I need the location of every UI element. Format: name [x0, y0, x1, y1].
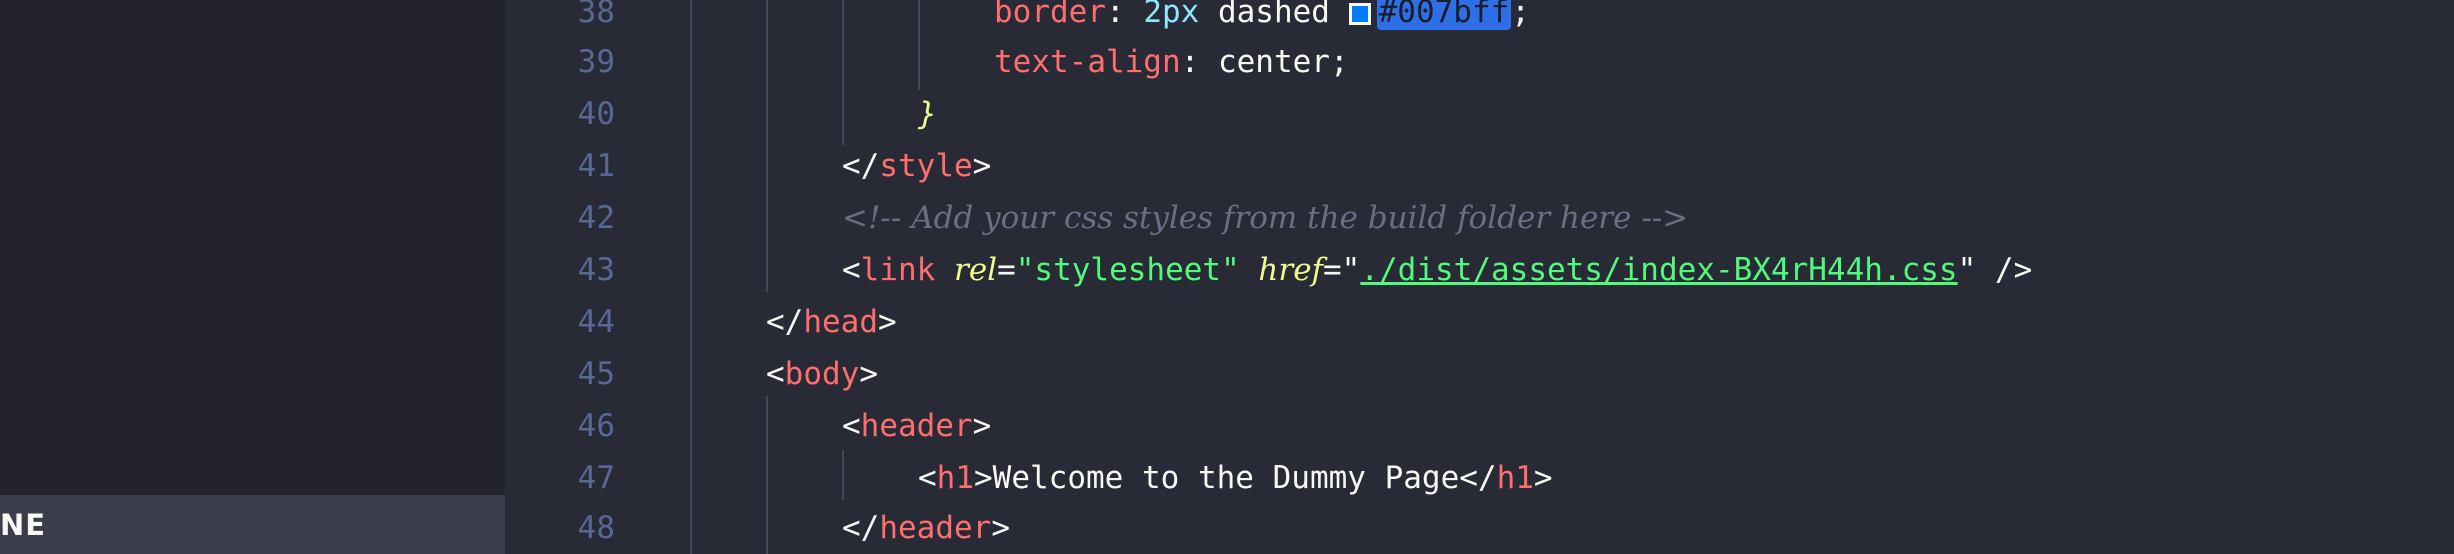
tag-close: >	[972, 148, 992, 184]
code-line-47[interactable]: <h1>Welcome to the Dummy Page</h1>	[918, 458, 1553, 498]
colon: :	[1180, 44, 1218, 80]
sidebar-section-label: NE	[0, 508, 47, 542]
tag-open: <	[842, 408, 861, 444]
css-property: border	[994, 0, 1106, 30]
attr-value: "stylesheet"	[1015, 252, 1240, 288]
href-link[interactable]: ./dist/assets/index-BX4rH44h.css	[1360, 252, 1957, 288]
code-line-43[interactable]: <link rel="stylesheet" href="./dist/asse…	[842, 250, 2032, 290]
line-number: 39	[577, 44, 615, 80]
equals: =	[997, 252, 1016, 288]
css-value: dashed	[1199, 0, 1349, 30]
code-line-46[interactable]: <header>	[842, 406, 991, 446]
semicolon: ;	[1511, 0, 1530, 30]
tag-close: >	[991, 510, 1010, 546]
tag-name: h1	[1496, 460, 1534, 496]
equals-quote: ="	[1323, 252, 1361, 288]
tag-name: h1	[936, 460, 974, 496]
text-content: >Welcome to the Dummy Page</	[974, 460, 1497, 496]
code-line-48[interactable]: </header>	[842, 508, 1010, 548]
attr-name: rel	[954, 252, 998, 288]
tag-name: header	[860, 408, 973, 444]
code-line-42[interactable]: <!-- Add your css styles from the build …	[842, 198, 1688, 238]
closing-brace: }	[918, 96, 937, 132]
code-line-38[interactable]: border: 2px dashed #007bff;	[994, 0, 1530, 32]
tag-open: </	[842, 510, 880, 546]
tag-name: body	[784, 356, 860, 392]
tag-open: </	[766, 304, 804, 340]
tag-self-close: " />	[1957, 252, 2033, 288]
line-number: 41	[577, 148, 615, 184]
line-number: 38	[577, 0, 615, 30]
tag-close: >	[859, 356, 878, 392]
line-number: 47	[577, 460, 615, 496]
code-line-44[interactable]: </head>	[766, 302, 897, 342]
code-line-41[interactable]: </style>	[842, 146, 991, 186]
css-property: text-align	[994, 44, 1181, 80]
tag-name: style	[879, 148, 973, 184]
css-value: center	[1217, 44, 1330, 80]
indent-guide	[690, 0, 692, 554]
line-number: 44	[577, 304, 615, 340]
line-number: 46	[577, 408, 615, 444]
indent-guide	[918, 0, 920, 90]
sidebar-section-outline[interactable]	[0, 495, 505, 554]
attr-name: href	[1258, 252, 1324, 288]
tag-name: header	[879, 510, 992, 546]
indent-guide	[842, 450, 844, 500]
tag-close: >	[1533, 460, 1553, 496]
tag-close: >	[972, 408, 992, 444]
tag-open: <	[766, 356, 785, 392]
css-number: 2px	[1143, 0, 1200, 30]
tag-open: <	[842, 252, 861, 288]
tag-close: >	[877, 304, 897, 340]
line-number: 42	[577, 200, 615, 236]
tag-open: </	[842, 148, 880, 184]
indent-guide	[842, 0, 844, 145]
indent-guide	[766, 0, 768, 292]
tag-name: link	[860, 252, 936, 288]
html-comment: <!-- Add your css styles from the build …	[842, 200, 1689, 236]
line-number: 45	[577, 356, 615, 392]
color-swatch-icon[interactable]	[1348, 2, 1371, 25]
code-line-39[interactable]: text-align: center;	[994, 42, 1349, 82]
tag-open: <	[918, 460, 937, 496]
line-number: 40	[577, 96, 615, 132]
tag-name: head	[803, 304, 878, 340]
code-line-40[interactable]: }	[918, 94, 937, 134]
indent-guide	[766, 396, 768, 554]
line-number: 48	[577, 510, 615, 546]
line-number: 43	[577, 252, 615, 288]
colon: :	[1105, 0, 1144, 30]
semicolon: ;	[1329, 44, 1349, 80]
explorer-sidebar	[0, 0, 505, 554]
color-hex-value[interactable]: #007bff	[1376, 0, 1512, 30]
code-line-45[interactable]: <body>	[766, 354, 878, 394]
